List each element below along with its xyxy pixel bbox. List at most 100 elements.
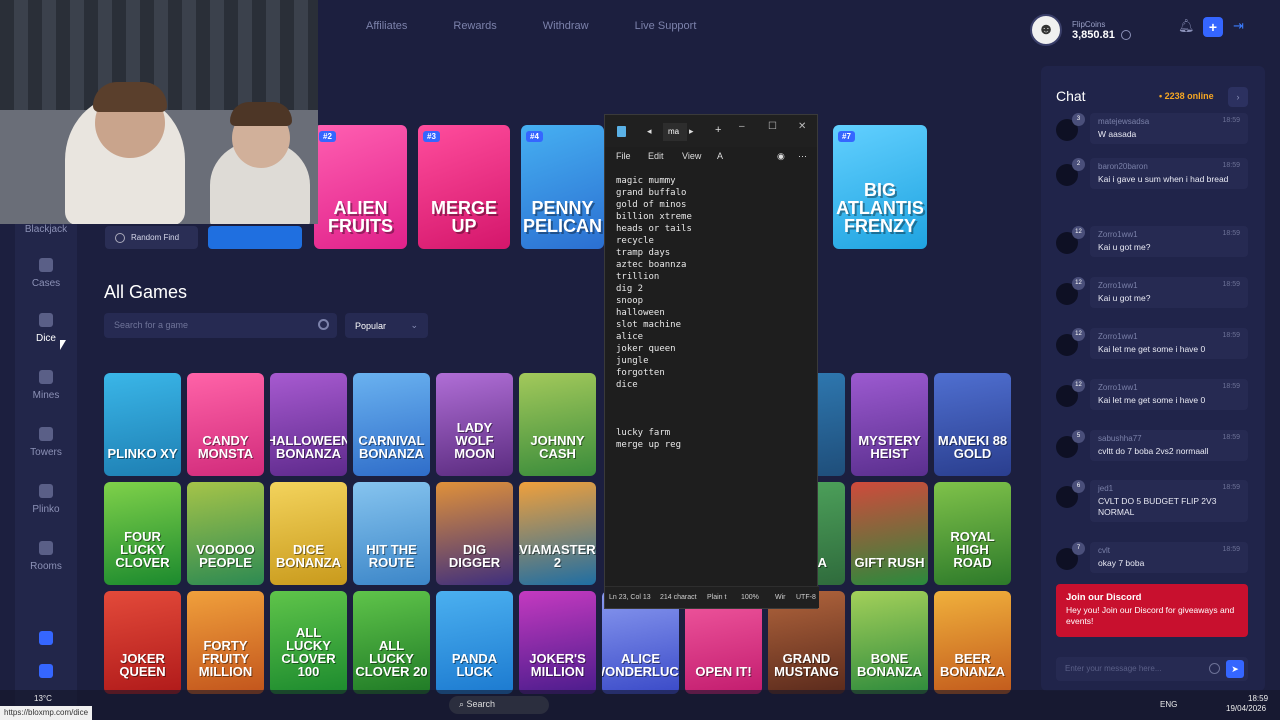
sidebar-item-plinko[interactable]: Plinko [15,484,77,515]
discord-banner[interactable]: Join our Discord Hey you! Join our Disco… [1056,584,1248,637]
rank-badge: #7 [838,131,855,142]
tab-prev-icon[interactable]: ◂ [647,126,652,137]
close-icon[interactable]: ✕ [798,121,806,132]
level-badge: 12 [1072,277,1085,290]
deposit-button[interactable]: + [1203,17,1223,37]
taskbar-search[interactable]: ⌕ Search [449,696,549,714]
game-card[interactable]: FOUR LUCKY CLOVER [104,482,181,585]
diamond-icon [39,370,53,384]
username[interactable]: baron20baron [1098,162,1240,171]
weather[interactable]: 13°C [34,694,52,703]
game-card[interactable]: HIT THE ROUTE [353,482,430,585]
send-button[interactable]: ➤ [1226,660,1244,678]
notepad-window[interactable]: ◂ ma ▸ + – ☐ ✕ File Edit View A ◉ ⋯ magi… [604,114,819,609]
featured-game-card[interactable]: #7 BIG ATLANTIS FRENZY [833,125,927,249]
nav-withdraw[interactable]: Withdraw [543,20,589,32]
game-card[interactable]: MANEKI 88 GOLD [934,373,1011,476]
emoji-icon[interactable] [1209,663,1220,674]
clock-date[interactable]: 19/04/2026 [1226,704,1266,713]
username[interactable]: sabushha77 [1098,434,1240,443]
game-title: FORTY FRUITY MILLION [198,638,253,679]
featured-game-card[interactable]: #3 MERGE UP [418,125,510,249]
message-text: cvltt do 7 boba 2vs2 normaall [1098,446,1209,456]
featured-game-card[interactable]: #2 ALIEN FRUITS [314,125,407,249]
game-title: CANDY MONSTA [197,433,254,461]
username[interactable]: cvlt [1098,546,1240,555]
clock-time[interactable]: 18:59 [1248,694,1268,703]
wallet[interactable]: ☻ FlipCoins 3,850.81 [1030,14,1131,46]
featured-game-card[interactable]: #4 PENNY PELICAN [521,125,604,249]
sidebar-item-mines[interactable]: Mines [15,370,77,401]
chat-panel: Chat • 2238 online › 3 matejewsadsa 18:59 W… [1041,66,1265,691]
username[interactable]: Zorro1ww1 [1098,281,1240,290]
game-card[interactable]: CANDY MONSTA [187,373,264,476]
game-search-input[interactable]: Search for a game [104,313,337,338]
game-card[interactable]: HALLOWEEN BONANZA [270,373,347,476]
menu-edit[interactable]: Edit [648,151,664,161]
message-text: Kai i gave u sum when i had bread [1098,174,1229,184]
account-icon[interactable]: ◉ [777,151,785,162]
game-card[interactable]: ALL LUCKY CLOVER 100 [270,591,347,694]
logout-icon[interactable]: ⇥ [1233,18,1249,34]
online-count-value: 2238 online [1164,91,1214,101]
more-icon[interactable]: ⋯ [798,151,807,162]
chat-input[interactable]: Enter your message here... ➤ [1056,657,1248,681]
game-card[interactable]: MYSTERY HEIST [851,373,928,476]
game-card[interactable]: ROYAL HIGH ROAD [934,482,1011,585]
new-tab-icon[interactable]: + [715,124,721,136]
game-card[interactable]: FORTY FRUITY MILLION [187,591,264,694]
username[interactable]: Zorro1ww1 [1098,230,1240,239]
username[interactable]: Zorro1ww1 [1098,332,1240,341]
notepad-icon [617,126,626,137]
screen: Affiliates Rewards Withdraw Live Support… [0,0,1280,720]
discord-icon[interactable] [39,664,53,678]
chat-collapse-button[interactable]: › [1228,87,1248,107]
game-card[interactable]: GIFT RUSH [851,482,928,585]
sort-select[interactable]: Popular ⌄ [345,313,428,338]
sidebar-item-label: Blackjack [24,224,68,235]
menu-view[interactable]: View [682,151,701,161]
taskbar-search-label: Search [466,699,496,709]
game-card[interactable]: LADY WOLF MOON [436,373,513,476]
game-card[interactable]: BEER BONANZA [934,591,1011,694]
minimize-icon[interactable]: – [739,121,745,132]
username[interactable]: jed1 [1098,484,1240,493]
game-card[interactable]: PANDA LUCK [436,591,513,694]
game-card[interactable]: DIG DIGGER [436,482,513,585]
game-title: JOKER'S MILLION [529,651,586,679]
game-card[interactable]: BONE BONANZA [851,591,928,694]
sidebar-item-dice[interactable]: Dice [15,313,77,344]
game-card[interactable]: ALL LUCKY CLOVER 20 [353,591,430,694]
sidebar-item-cases[interactable]: Cases [15,258,77,289]
notepad-tab[interactable]: ma [663,123,687,141]
sidebar-item-blackjack[interactable]: Blackjack [15,224,77,235]
featured-tile-1[interactable] [208,226,302,249]
game-card[interactable]: VOODOO PEOPLE [187,482,264,585]
nav-rewards[interactable]: Rewards [453,20,496,32]
nav-live-support[interactable]: Live Support [635,20,697,32]
game-card[interactable]: PLINKO XY [104,373,181,476]
user-avatar[interactable]: ☻ [1030,14,1062,46]
game-card[interactable]: JOKER QUEEN [104,591,181,694]
menu-file[interactable]: File [616,151,631,161]
nav-affiliates[interactable]: Affiliates [366,20,407,32]
shield-icon[interactable] [39,631,53,645]
random-find-button[interactable]: Random Find [105,226,198,249]
game-card[interactable]: CARNIVAL BONANZA [353,373,430,476]
maximize-icon[interactable]: ☐ [768,121,777,132]
game-title: ALL LUCKY CLOVER 20 [355,638,428,679]
notepad-text[interactable]: magic mummy grand buffalo gold of minos … [616,175,692,451]
username[interactable]: matejewsadsa [1098,117,1240,126]
sidebar-item-towers[interactable]: Towers [15,427,77,458]
game-card[interactable]: AVIAMASTERS 2 [519,482,596,585]
game-card[interactable]: JOKER'S MILLION [519,591,596,694]
bell-icon[interactable]: 🔔︎ [1178,18,1195,34]
game-card[interactable]: JOHNNY CASH [519,373,596,476]
sort-value: Popular [355,321,387,331]
format-icon[interactable]: A [717,151,723,161]
username[interactable]: Zorro1ww1 [1098,383,1240,392]
tab-next-icon[interactable]: ▸ [689,126,694,137]
sidebar-item-rooms[interactable]: Rooms [15,541,77,572]
language[interactable]: ENG [1160,700,1177,709]
game-card[interactable]: DICE BONANZA [270,482,347,585]
